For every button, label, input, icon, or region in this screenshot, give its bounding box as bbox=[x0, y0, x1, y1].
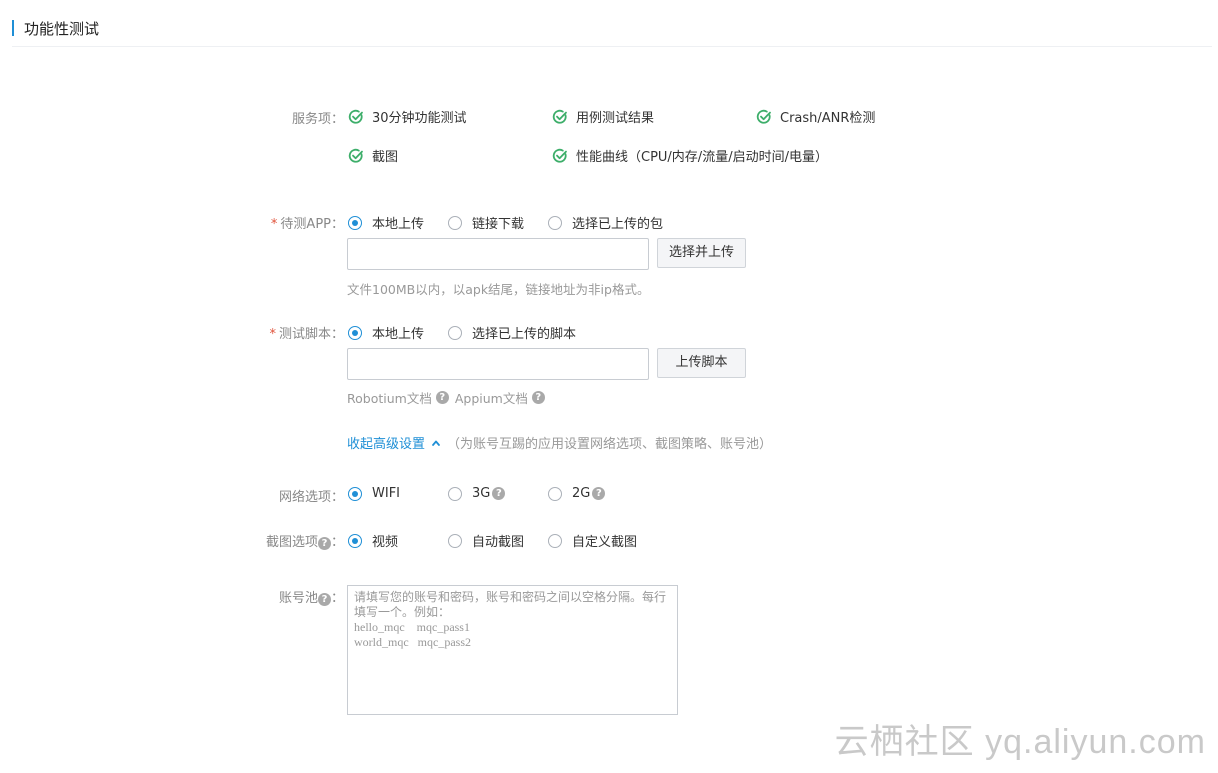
help-icon[interactable]: ? bbox=[317, 537, 331, 550]
service-label: 性能曲线（CPU/内存/流量/启动时间/电量） bbox=[576, 150, 828, 165]
app-upload-hint: 文件100MB以内，以apk结尾，链接地址为非ip格式。 bbox=[347, 282, 650, 297]
check-circle-icon bbox=[348, 148, 363, 163]
radio-label: 自动截图 bbox=[472, 535, 525, 550]
radio-icon bbox=[448, 325, 462, 340]
network-option-wifi[interactable]: WIFI bbox=[348, 486, 400, 501]
title-accent-bar bbox=[12, 20, 14, 36]
radio-label: 视频 bbox=[372, 535, 399, 550]
radio-icon bbox=[448, 533, 462, 548]
radio-label: 选择已上传的包 bbox=[572, 217, 664, 232]
script-option-local-upload[interactable]: 本地上传 bbox=[348, 323, 424, 342]
app-label: * 待测APP： bbox=[271, 213, 344, 232]
check-circle-icon bbox=[552, 109, 567, 124]
select-upload-button[interactable]: 选择并上传 bbox=[657, 238, 746, 268]
radio-label: WIFI bbox=[372, 486, 400, 501]
label-colon: ： bbox=[330, 591, 344, 606]
help-icon[interactable]: ? bbox=[531, 391, 545, 404]
network-option-3g[interactable]: 3G ? bbox=[448, 486, 506, 501]
required-mark: * bbox=[269, 327, 276, 342]
radio-label: 3G bbox=[472, 486, 491, 501]
page-title: 功能性测试 bbox=[24, 20, 100, 38]
page-header: 功能性测试 bbox=[12, 14, 1212, 47]
label-colon: ： bbox=[330, 535, 344, 550]
script-label: * 测试脚本： bbox=[269, 323, 344, 342]
app-option-local-upload[interactable]: 本地上传 bbox=[348, 213, 424, 232]
radio-label: 本地上传 bbox=[372, 217, 425, 232]
service-item: 用例测试结果 bbox=[552, 107, 654, 126]
radio-label: 本地上传 bbox=[372, 327, 425, 342]
services-label: 服务项： bbox=[291, 112, 344, 127]
script-docs: Robotium文档 ? Appium文档 ? bbox=[347, 388, 545, 407]
service-item: 性能曲线（CPU/内存/流量/启动时间/电量） bbox=[552, 146, 828, 165]
service-label: 用例测试结果 bbox=[576, 111, 655, 126]
app-file-input[interactable] bbox=[347, 238, 649, 270]
advanced-settings-row: 收起高级设置 （为账号互踢的应用设置网络选项、截图策略、账号池） bbox=[347, 433, 772, 452]
appium-doc-link[interactable]: Appium文档 bbox=[455, 388, 528, 407]
service-label: Crash/ANR检测 bbox=[780, 111, 876, 126]
collapse-advanced-link[interactable]: 收起高级设置 bbox=[347, 433, 425, 452]
service-label: 截图 bbox=[372, 150, 399, 165]
radio-label: 选择已上传的脚本 bbox=[472, 327, 577, 342]
check-circle-icon bbox=[756, 109, 771, 124]
radio-selected-icon bbox=[348, 215, 362, 230]
radio-label: 链接下载 bbox=[472, 217, 525, 232]
required-mark: * bbox=[270, 217, 278, 232]
account-pool-textarea[interactable] bbox=[347, 585, 678, 715]
screenshot-option-custom[interactable]: 自定义截图 bbox=[548, 531, 637, 550]
robotium-doc-link[interactable]: Robotium文档 bbox=[347, 388, 432, 407]
radio-icon bbox=[548, 486, 562, 501]
radio-icon bbox=[548, 215, 562, 230]
help-icon[interactable]: ? bbox=[592, 487, 606, 500]
chevron-up-icon[interactable] bbox=[431, 438, 441, 448]
screenshot-label-text: 截图选项 bbox=[265, 535, 318, 550]
service-label: 30分钟功能测试 bbox=[372, 111, 467, 126]
app-option-link-download[interactable]: 链接下载 bbox=[448, 213, 524, 232]
network-option-2g[interactable]: 2G ? bbox=[548, 486, 606, 501]
radio-selected-icon bbox=[348, 486, 362, 501]
radio-icon bbox=[448, 486, 462, 501]
service-item: Crash/ANR检测 bbox=[756, 107, 875, 126]
radio-selected-icon bbox=[348, 325, 362, 340]
script-option-uploaded-script[interactable]: 选择已上传的脚本 bbox=[448, 323, 576, 342]
radio-icon bbox=[448, 215, 462, 230]
app-label-text: 待测APP： bbox=[280, 217, 344, 232]
advanced-note: （为账号互踢的应用设置网络选项、截图策略、账号池） bbox=[447, 437, 773, 452]
network-label: 网络选项： bbox=[278, 490, 344, 505]
account-pool-label: 账号池?： bbox=[279, 587, 344, 606]
screenshot-option-auto[interactable]: 自动截图 bbox=[448, 531, 524, 550]
radio-label: 自定义截图 bbox=[572, 535, 638, 550]
script-file-input[interactable] bbox=[347, 348, 649, 380]
screenshot-option-video[interactable]: 视频 bbox=[348, 531, 398, 550]
check-circle-icon bbox=[348, 109, 363, 124]
help-icon[interactable]: ? bbox=[435, 391, 449, 404]
script-label-text: 测试脚本： bbox=[278, 327, 344, 342]
screenshot-label: 截图选项?： bbox=[266, 531, 344, 550]
upload-script-button[interactable]: 上传脚本 bbox=[657, 348, 746, 378]
radio-label: 2G bbox=[572, 486, 591, 501]
account-pool-label-text: 账号池 bbox=[278, 591, 318, 606]
radio-selected-icon bbox=[348, 533, 362, 548]
radio-icon bbox=[548, 533, 562, 548]
help-icon[interactable]: ? bbox=[317, 593, 331, 606]
help-icon[interactable]: ? bbox=[492, 487, 506, 500]
check-circle-icon bbox=[552, 148, 567, 163]
app-option-uploaded-package[interactable]: 选择已上传的包 bbox=[548, 213, 663, 232]
service-item: 30分钟功能测试 bbox=[348, 107, 467, 126]
service-item: 截图 bbox=[348, 146, 398, 165]
watermark-text: 云栖社区 yq.aliyun.com bbox=[834, 723, 1206, 761]
